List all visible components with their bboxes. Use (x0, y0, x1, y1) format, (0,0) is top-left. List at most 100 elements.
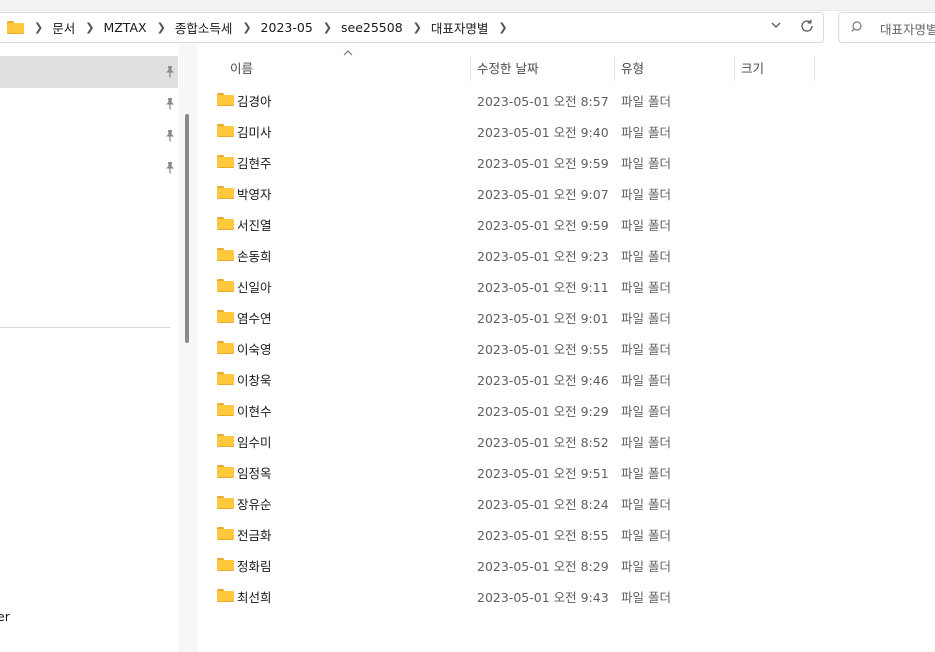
breadcrumb-item[interactable]: 문서 (52, 18, 75, 37)
file-name[interactable]: 임수미 (237, 432, 272, 451)
file-date: 2023-05-01 오전 9:11 (477, 280, 609, 295)
breadcrumb-item[interactable]: 종합소득세 (175, 18, 233, 37)
folder-icon (217, 558, 234, 571)
column-divider[interactable] (470, 57, 471, 81)
chevron-right-icon[interactable]: ❯ (157, 21, 166, 34)
file-row[interactable]: 서진열 2023-05-01 오전 9:59 파일 폴더 (197, 208, 935, 239)
file-row[interactable]: 장유순 2023-05-01 오전 8:24 파일 폴더 (197, 487, 935, 518)
file-type: 파일 폴더 (621, 528, 671, 543)
file-date: 2023-05-01 오전 9:29 (477, 404, 609, 419)
file-date: 2023-05-01 오전 8:55 (477, 528, 609, 543)
file-name[interactable]: 정화림 (237, 556, 272, 575)
pin-icon[interactable] (164, 97, 176, 111)
chevron-right-icon[interactable]: ❯ (498, 21, 507, 34)
file-type: 파일 폴더 (621, 311, 671, 326)
file-row[interactable]: 김경아 2023-05-01 오전 8:57 파일 폴더 (197, 84, 935, 115)
folder-icon (217, 341, 234, 354)
column-divider[interactable] (814, 57, 815, 81)
file-row[interactable]: 신일아 2023-05-01 오전 9:11 파일 폴더 (197, 270, 935, 301)
address-bar[interactable]: ❯ 문서 ❯ MZTAX ❯ 종합소득세 ❯ 2023-05 ❯ see2550… (0, 12, 824, 43)
file-name[interactable]: 이창욱 (237, 370, 272, 389)
file-name[interactable]: 김경아 (237, 91, 272, 110)
file-row[interactable]: 김현주 2023-05-01 오전 9:59 파일 폴더 (197, 146, 935, 177)
pin-icon[interactable] (164, 161, 176, 175)
file-row[interactable]: 임정옥 2023-05-01 오전 9:51 파일 폴더 (197, 456, 935, 487)
refresh-icon[interactable] (798, 18, 816, 36)
file-date: 2023-05-01 오전 9:46 (477, 373, 609, 388)
file-row[interactable]: 김미사 2023-05-01 오전 9:40 파일 폴더 (197, 115, 935, 146)
file-date: 2023-05-01 오전 9:59 (477, 218, 609, 233)
file-type: 파일 폴더 (621, 404, 671, 419)
chevron-down-icon[interactable] (769, 19, 783, 35)
file-name[interactable]: 김미사 (237, 122, 272, 141)
file-name[interactable]: 임정옥 (237, 463, 272, 482)
chevron-right-icon[interactable]: ❯ (413, 21, 422, 34)
file-date: 2023-05-01 오전 9:23 (477, 249, 609, 264)
chevron-right-icon[interactable]: ❯ (85, 21, 94, 34)
file-name[interactable]: 장유순 (237, 494, 272, 513)
search-box[interactable]: 대표자명별 검색 (838, 12, 935, 43)
column-header-name[interactable]: 이름 (230, 55, 253, 82)
file-name[interactable]: 이현수 (237, 401, 272, 420)
file-name[interactable]: 박영자 (237, 184, 272, 203)
file-type: 파일 폴더 (621, 94, 671, 109)
file-row[interactable]: 이창욱 2023-05-01 오전 9:46 파일 폴더 (197, 363, 935, 394)
file-type: 파일 폴더 (621, 497, 671, 512)
column-header-date[interactable]: 수정한 날짜 (477, 55, 538, 82)
quick-access-item[interactable] (0, 56, 178, 88)
nav-divider (0, 327, 170, 328)
nav-item-label[interactable]: er (0, 609, 10, 624)
file-name[interactable]: 신일아 (237, 277, 272, 296)
search-placeholder: 대표자명별 검색 (880, 22, 935, 37)
file-row[interactable]: 최선희 2023-05-01 오전 9:43 파일 폴더 (197, 580, 935, 611)
file-name[interactable]: 염수연 (237, 308, 272, 327)
file-row[interactable]: 염수연 2023-05-01 오전 9:01 파일 폴더 (197, 301, 935, 332)
file-row[interactable]: 전금화 2023-05-01 오전 8:55 파일 폴더 (197, 518, 935, 549)
breadcrumb-item[interactable]: see25508 (341, 20, 403, 35)
file-name[interactable]: 이숙영 (237, 339, 272, 358)
file-row[interactable]: 손동희 2023-05-01 오전 9:23 파일 폴더 (197, 239, 935, 270)
chevron-right-icon[interactable]: ❯ (34, 21, 43, 34)
file-row[interactable]: 이숙영 2023-05-01 오전 9:55 파일 폴더 (197, 332, 935, 363)
file-date: 2023-05-01 오전 9:59 (477, 156, 609, 171)
quick-access-item[interactable] (0, 88, 178, 120)
breadcrumb-item[interactable]: 2023-05 (261, 20, 313, 35)
file-date: 2023-05-01 오전 8:29 (477, 559, 609, 574)
search-icon (851, 20, 865, 34)
column-header-size[interactable]: 크기 (741, 55, 764, 82)
pin-icon[interactable] (164, 129, 176, 143)
breadcrumb-item[interactable]: MZTAX (103, 20, 146, 35)
column-divider[interactable] (734, 57, 735, 81)
file-type: 파일 폴더 (621, 435, 671, 450)
file-name[interactable]: 서진열 (237, 215, 272, 234)
folder-icon (217, 496, 234, 509)
file-row[interactable]: 박영자 2023-05-01 오전 9:07 파일 폴더 (197, 177, 935, 208)
file-name[interactable]: 최선희 (237, 587, 272, 606)
folder-icon (217, 434, 234, 447)
file-row[interactable]: 임수미 2023-05-01 오전 8:52 파일 폴더 (197, 425, 935, 456)
file-date: 2023-05-01 오전 8:24 (477, 497, 609, 512)
file-date: 2023-05-01 오전 9:51 (477, 466, 609, 481)
folder-icon (217, 93, 234, 106)
file-date: 2023-05-01 오전 9:40 (477, 125, 609, 140)
navigation-pane: er (0, 44, 181, 652)
file-row[interactable]: 이현수 2023-05-01 오전 9:29 파일 폴더 (197, 394, 935, 425)
chevron-right-icon[interactable]: ❯ (242, 21, 251, 34)
file-type: 파일 폴더 (621, 249, 671, 264)
file-name[interactable]: 손동희 (237, 246, 272, 265)
chevron-right-icon[interactable]: ❯ (323, 21, 332, 34)
file-name[interactable]: 김현주 (237, 153, 272, 172)
quick-access-item[interactable] (0, 152, 178, 184)
column-divider[interactable] (614, 57, 615, 81)
folder-icon (217, 248, 234, 261)
file-type: 파일 폴더 (621, 125, 671, 140)
pin-icon[interactable] (164, 65, 176, 79)
quick-access-item[interactable] (0, 120, 178, 152)
file-row[interactable]: 정화림 2023-05-01 오전 8:29 파일 폴더 (197, 549, 935, 580)
column-header-type[interactable]: 유형 (621, 55, 644, 82)
file-name[interactable]: 전금화 (237, 525, 272, 544)
folder-icon (217, 372, 234, 385)
breadcrumb-item[interactable]: 대표자명별 (431, 18, 489, 37)
nav-scrollbar-thumb[interactable] (185, 114, 189, 343)
file-type: 파일 폴더 (621, 280, 671, 295)
